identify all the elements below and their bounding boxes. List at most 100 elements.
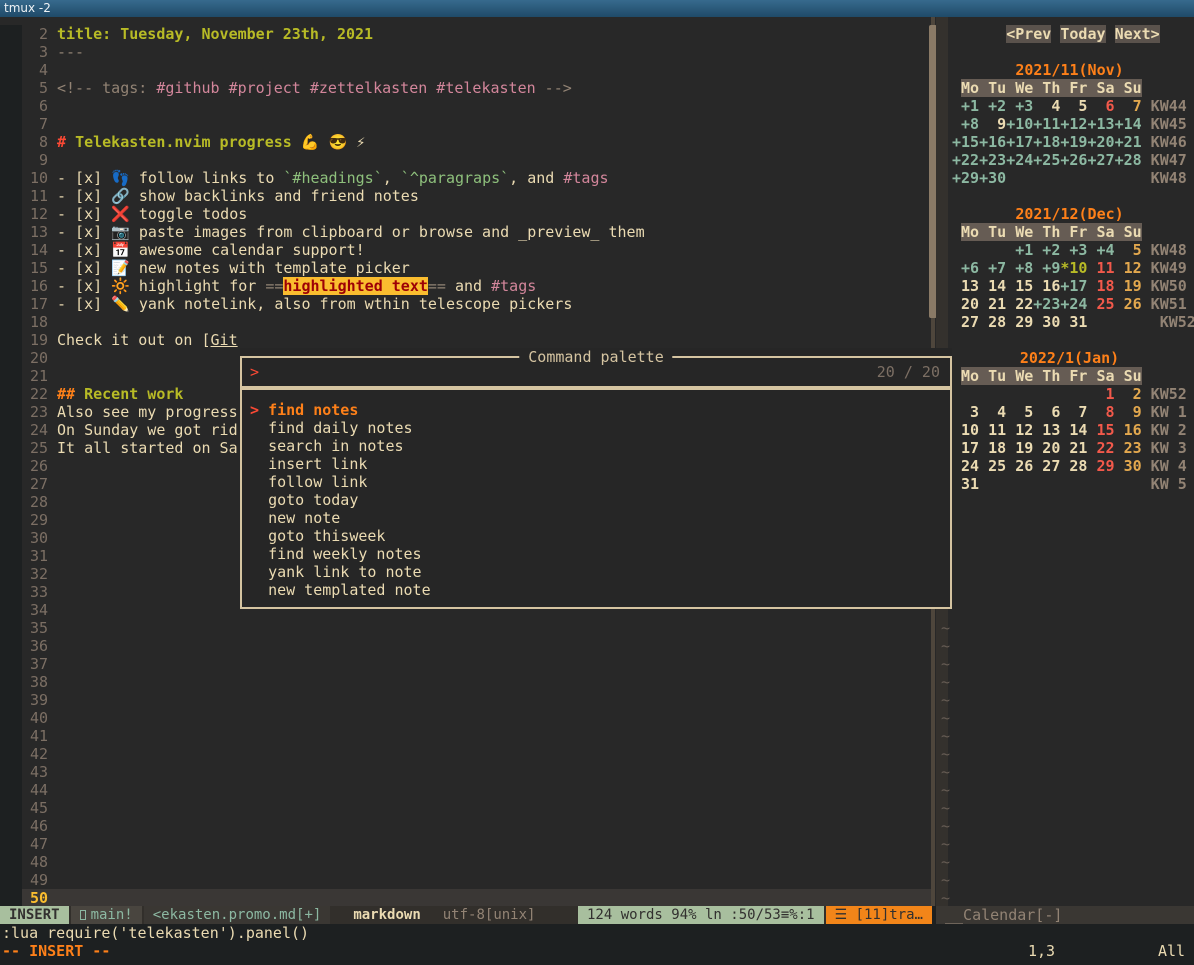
calendar-day-cell[interactable]: +17 bbox=[1006, 133, 1033, 151]
palette-item[interactable]: new note bbox=[242, 509, 950, 527]
calendar-day-cell[interactable]: +26 bbox=[1060, 151, 1087, 169]
calendar-day-cell[interactable]: 7 bbox=[1060, 403, 1087, 421]
calendar-day-cell[interactable]: 2 bbox=[1115, 385, 1142, 403]
calendar-day-cell[interactable] bbox=[1060, 169, 1087, 187]
calendar-day-cell[interactable]: +9 bbox=[1033, 259, 1060, 277]
calendar-day-cell[interactable]: +24 bbox=[1060, 295, 1087, 313]
calendar-day-cell[interactable]: 26 bbox=[1006, 457, 1033, 475]
editor-line[interactable]: 46 bbox=[0, 817, 932, 835]
calendar-day-cell[interactable]: 30 bbox=[1033, 313, 1060, 331]
calendar-day-cell[interactable]: 18 bbox=[1087, 277, 1114, 295]
palette-item[interactable]: find weekly notes bbox=[242, 545, 950, 563]
editor-line[interactable]: 50 bbox=[0, 889, 932, 906]
calendar-day-cell[interactable]: +19 bbox=[1060, 133, 1087, 151]
calendar-day-cell[interactable] bbox=[1006, 169, 1033, 187]
calendar-day-cell[interactable]: 22 bbox=[1006, 295, 1033, 313]
calendar-day-cell[interactable]: 21 bbox=[1060, 439, 1087, 457]
calendar-day-cell[interactable]: +24 bbox=[1006, 151, 1033, 169]
calendar-day-cell[interactable]: 12 bbox=[1006, 421, 1033, 439]
calendar-day-cell[interactable]: 22 bbox=[1087, 439, 1114, 457]
calendar-day-cell[interactable]: 27 bbox=[1033, 457, 1060, 475]
palette-item[interactable]: goto today bbox=[242, 491, 950, 509]
calendar-day-cell[interactable]: +18 bbox=[1033, 133, 1060, 151]
editor-line[interactable]: 14- [x] 📅 awesome calendar support! bbox=[0, 241, 932, 259]
palette-item[interactable]: yank link to note bbox=[242, 563, 950, 581]
calendar-day-cell[interactable]: +7 bbox=[979, 259, 1006, 277]
prev-button[interactable]: <Prev bbox=[1006, 25, 1051, 43]
calendar-day-cell[interactable]: +14 bbox=[1115, 115, 1142, 133]
editor-line[interactable]: 44 bbox=[0, 781, 932, 799]
calendar-day-cell[interactable]: +15 bbox=[952, 133, 979, 151]
calendar-day-cell[interactable]: 28 bbox=[979, 313, 1006, 331]
calendar-day-cell[interactable]: 11 bbox=[1087, 259, 1114, 277]
calendar-day-cell[interactable]: 6 bbox=[1087, 97, 1114, 115]
calendar-day-cell[interactable]: +2 bbox=[979, 97, 1006, 115]
calendar-day-cell[interactable]: +8 bbox=[1006, 259, 1033, 277]
calendar-day-cell[interactable]: +23 bbox=[979, 151, 1006, 169]
calendar-day-cell[interactable]: 4 bbox=[979, 403, 1006, 421]
calendar-day-cell[interactable]: +3 bbox=[1006, 97, 1033, 115]
calendar-day-cell[interactable]: 30 bbox=[1115, 457, 1142, 475]
palette-item[interactable]: goto thisweek bbox=[242, 527, 950, 545]
calendar-day-cell[interactable]: 11 bbox=[979, 421, 1006, 439]
editor-line[interactable]: 8# Telekasten.nvim progress 💪 😎 ⚡ bbox=[0, 133, 932, 151]
calendar-day-cell[interactable]: +17 bbox=[1060, 277, 1087, 295]
editor-line[interactable]: 36 bbox=[0, 637, 932, 655]
calendar-day-cell[interactable] bbox=[1087, 475, 1114, 493]
editor-line[interactable]: 19Check it out on [Git bbox=[0, 331, 932, 349]
calendar-day-cell[interactable] bbox=[979, 385, 1006, 403]
calendar-day-cell[interactable]: 20 bbox=[952, 295, 979, 313]
calendar-day-cell[interactable]: 19 bbox=[1115, 277, 1142, 295]
calendar-day-cell[interactable]: 21 bbox=[979, 295, 1006, 313]
calendar-day-cell[interactable]: 17 bbox=[952, 439, 979, 457]
editor-line[interactable]: 38 bbox=[0, 673, 932, 691]
calendar-day-cell[interactable] bbox=[1087, 313, 1114, 331]
calendar-day-cell[interactable] bbox=[1033, 169, 1060, 187]
calendar-day-cell[interactable]: 18 bbox=[979, 439, 1006, 457]
calendar-day-cell[interactable]: 16 bbox=[1115, 421, 1142, 439]
calendar-day-cell[interactable] bbox=[1060, 475, 1087, 493]
calendar-day-cell[interactable]: +16 bbox=[979, 133, 1006, 151]
editor-line[interactable]: 42 bbox=[0, 745, 932, 763]
calendar-day-cell[interactable]: *10 bbox=[1060, 259, 1087, 277]
editor-line[interactable]: 18 bbox=[0, 313, 932, 331]
calendar-day-cell[interactable]: 27 bbox=[952, 313, 979, 331]
editor-line[interactable]: 43 bbox=[0, 763, 932, 781]
calendar-day-cell[interactable]: 5 bbox=[1115, 241, 1142, 259]
calendar-day-cell[interactable]: +6 bbox=[952, 259, 979, 277]
calendar-day-cell[interactable]: +4 bbox=[1087, 241, 1114, 259]
calendar-day-cell[interactable]: 3 bbox=[952, 403, 979, 421]
calendar-day-cell[interactable]: 10 bbox=[952, 421, 979, 439]
calendar-day-cell[interactable]: +29 bbox=[952, 169, 979, 187]
calendar-day-cell[interactable] bbox=[1060, 385, 1087, 403]
calendar-day-cell[interactable]: +20 bbox=[1087, 133, 1114, 151]
calendar-day-cell[interactable]: 24 bbox=[952, 457, 979, 475]
calendar-day-cell[interactable]: 6 bbox=[1033, 403, 1060, 421]
palette-item[interactable]: > find notes bbox=[242, 401, 950, 419]
calendar-day-cell[interactable]: 7 bbox=[1115, 97, 1142, 115]
calendar-day-cell[interactable]: 25 bbox=[1087, 295, 1114, 313]
calendar-day-cell[interactable]: +1 bbox=[952, 97, 979, 115]
calendar-day-cell[interactable]: 19 bbox=[1006, 439, 1033, 457]
calendar-day-cell[interactable] bbox=[979, 475, 1006, 493]
calendar-day-cell[interactable]: 4 bbox=[1033, 97, 1060, 115]
calendar-day-cell[interactable]: 13 bbox=[952, 277, 979, 295]
calendar-day-cell[interactable]: 12 bbox=[1115, 259, 1142, 277]
calendar-day-cell[interactable]: 9 bbox=[1115, 403, 1142, 421]
calendar-day-cell[interactable]: +2 bbox=[1033, 241, 1060, 259]
calendar-day-cell[interactable]: 9 bbox=[979, 115, 1006, 133]
editor-line[interactable]: 2title: Tuesday, November 23th, 2021 bbox=[0, 25, 932, 43]
palette-item[interactable]: new templated note bbox=[242, 581, 950, 599]
calendar-day-cell[interactable]: 16 bbox=[1033, 277, 1060, 295]
calendar-day-cell[interactable]: +8 bbox=[952, 115, 979, 133]
editor-line[interactable]: 37 bbox=[0, 655, 932, 673]
calendar-day-cell[interactable]: +3 bbox=[1060, 241, 1087, 259]
calendar-day-cell[interactable]: +25 bbox=[1033, 151, 1060, 169]
calendar-day-cell[interactable]: +13 bbox=[1087, 115, 1114, 133]
calendar-day-cell[interactable] bbox=[952, 241, 979, 259]
calendar-day-cell[interactable]: +21 bbox=[1115, 133, 1142, 151]
editor-line[interactable]: 12- [x] ❌ toggle todos bbox=[0, 205, 932, 223]
calendar-day-cell[interactable]: 26 bbox=[1115, 295, 1142, 313]
editor-line[interactable]: 15- [x] 📝 new notes with template picker bbox=[0, 259, 932, 277]
calendar-day-cell[interactable] bbox=[1087, 169, 1114, 187]
